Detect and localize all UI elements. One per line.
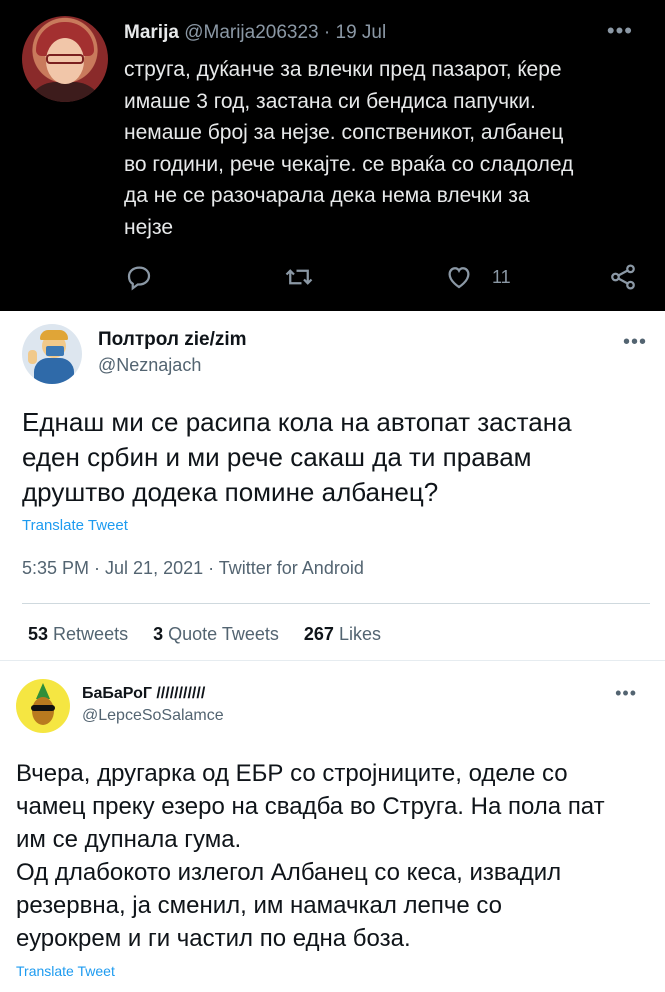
- retweets-count: 53: [28, 624, 49, 644]
- like-button[interactable]: 11: [444, 262, 511, 292]
- tweet-text-line: Вчера, другарка од ЕБР со стројниците, о…: [16, 760, 568, 787]
- tweet-actions: 11: [124, 262, 644, 296]
- tweet-text-line: друштво додека помине албанец?: [22, 477, 439, 507]
- tweet-stats: 53 Retweets 3 Quote Tweets 267 Likes: [28, 624, 401, 645]
- tweet-text-line: им се дупнала гума.: [16, 826, 242, 853]
- tweet-text-line: струга, дуќанче за влечки пред пазарот, …: [124, 58, 562, 81]
- tweet-text-line: Од длабокото излегол Албанец со кеса, из…: [16, 859, 562, 886]
- tweet-card-marija: Marija @Marija206323 · 19 Jul ••• струга…: [0, 0, 665, 311]
- retweet-icon: [285, 269, 313, 285]
- reply-icon: [127, 266, 151, 291]
- translate-tweet-link[interactable]: Translate Tweet: [16, 963, 115, 979]
- tweet-card-babarog: БаБаРоГ /////////// @LepceSoSalamce ••• …: [0, 660, 665, 992]
- retweets-label: Retweets: [53, 624, 129, 644]
- author-handle[interactable]: @LepceSoSalamce: [82, 707, 224, 725]
- tweet-text-line: нејзе: [124, 215, 174, 239]
- author-handle[interactable]: @Marija206323: [184, 22, 318, 43]
- tweet-text: струга, дуќанче за влечки пред пазарот, …: [124, 54, 644, 243]
- author-name[interactable]: Полтрол zie/zim: [98, 329, 247, 351]
- share-button[interactable]: [608, 262, 638, 292]
- reply-button[interactable]: [124, 262, 154, 292]
- divider: [22, 603, 650, 604]
- tweet-text-line: да не се разочарала дека нема влечки за: [124, 184, 530, 207]
- likes-stat[interactable]: 267 Likes: [304, 624, 381, 644]
- likes-label: Likes: [338, 624, 381, 644]
- share-icon: [611, 264, 635, 290]
- tweet-text-line: еурокрем и ги частил по една боза.: [16, 925, 411, 952]
- likes-count: 267: [303, 624, 334, 644]
- translate-tweet-link[interactable]: Translate Tweet: [22, 517, 128, 534]
- avatar[interactable]: [22, 324, 82, 384]
- tweet-text-line: имаше 3 год, застана си бендиса папучки.: [124, 89, 536, 113]
- tweet-timestamp[interactable]: 5:35 PM · Jul 21, 2021 · Twitter for And…: [22, 558, 364, 579]
- quote-tweets-stat[interactable]: 3 Quote Tweets: [153, 624, 279, 644]
- quote-tweets-label: Quote Tweets: [168, 624, 279, 644]
- more-options-icon[interactable]: •••: [607, 18, 633, 44]
- tweet-header: Marija @Marija206323 · 19 Jul: [124, 20, 386, 46]
- tweet-date[interactable]: 19 Jul: [336, 22, 387, 43]
- more-options-icon[interactable]: •••: [615, 683, 637, 704]
- tweet-card-poltrol: Полтрол zie/zim @Neznajach ••• Еднаш ми …: [0, 311, 665, 660]
- more-options-icon[interactable]: •••: [623, 331, 647, 354]
- tweet-text-line: резервна, ја сменил, им намачкал лепче с…: [16, 892, 503, 919]
- tweet-text-line: немаше број за нејзе. сопственикот, алба…: [124, 121, 564, 144]
- tweet-text-line: чамец преку езеро на свадба во Струга. Н…: [16, 793, 605, 820]
- retweet-button[interactable]: [284, 262, 314, 292]
- tweet-text-line: Еднаш ми се расипа кола на автопат заста…: [22, 407, 572, 437]
- quote-tweets-count: 3: [153, 624, 164, 644]
- tweet-text-line: во години, рече чекајте. се враќа со сла…: [124, 152, 574, 176]
- tweet-text: Еднаш ми се расипа кола на автопат заста…: [22, 405, 652, 510]
- tweet-text-line: еден србин и ми рече сакаш да ти правам: [22, 442, 532, 472]
- retweets-stat[interactable]: 53 Retweets: [28, 624, 128, 644]
- author-name[interactable]: БаБаРоГ ///////////: [82, 685, 205, 703]
- like-count: 11: [492, 266, 511, 287]
- avatar[interactable]: [16, 679, 70, 733]
- tweet-text: Вчера, другарка од ЕБР со стројниците, о…: [16, 757, 656, 955]
- separator: ·: [323, 22, 331, 43]
- author-handle[interactable]: @Neznajach: [98, 355, 201, 376]
- author-name[interactable]: Marija: [124, 22, 179, 43]
- avatar[interactable]: [22, 16, 108, 102]
- like-icon: [448, 267, 470, 289]
